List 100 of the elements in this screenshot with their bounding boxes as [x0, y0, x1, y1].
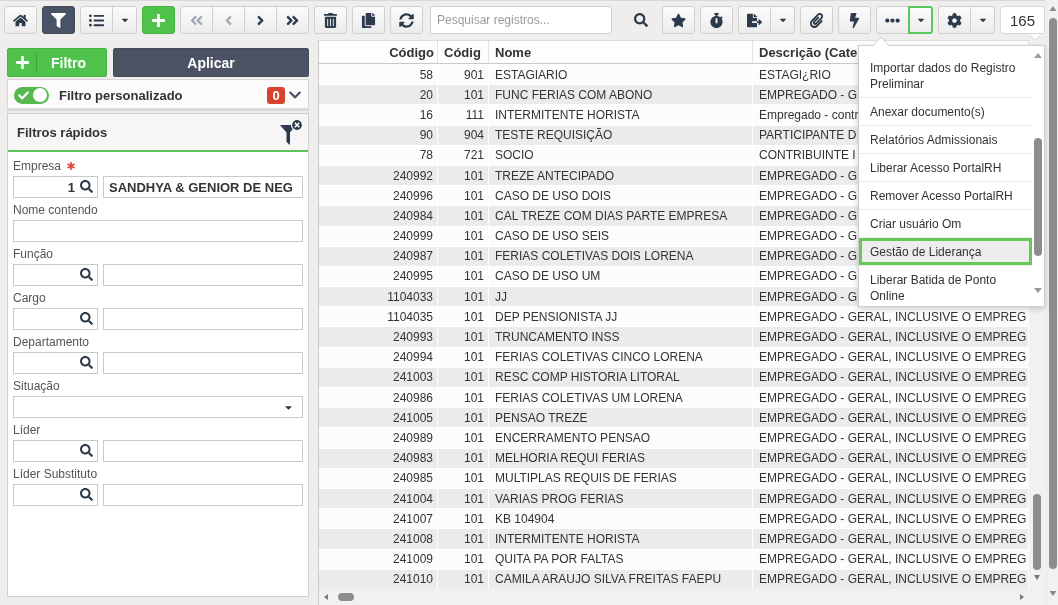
description-value: EMPREGADO - GERAL, INCLUSIVE O EMPREG — [759, 410, 1027, 425]
description-value: EMPREGADO - GERAL, INCLUSIVE O EMPREG — [759, 531, 1027, 546]
lookup-code-field[interactable]: 1 — [13, 176, 98, 198]
name-value: ESTAGIARIO — [495, 67, 568, 82]
table-row[interactable]: 241003 101 RESC COMP HISTORIA LITORAL EMPREGADO - GERAL, INCLUSIVE O EMPREG — [319, 366, 1029, 387]
table-row[interactable]: 240989 101 ENCERRAMENTO PENSAO EMPREGADO - GERAL, INCLUSIVE O EMPREG — [319, 427, 1029, 448]
lookup-name-field[interactable]: SANDHYA & GENIOR DE NEG — [103, 176, 303, 198]
lookup-name-field[interactable] — [103, 440, 303, 462]
add-button[interactable] — [142, 6, 175, 34]
toggle-switch[interactable] — [14, 86, 49, 104]
scrollbar[interactable] — [1048, 0, 1058, 605]
lookup-name-field[interactable] — [103, 484, 303, 506]
favorite-button[interactable] — [662, 6, 695, 34]
code-value: 240992 — [392, 168, 433, 183]
code-value: 240996 — [392, 188, 433, 203]
code-value: 101 — [463, 208, 484, 223]
name-value: FERIAS COLETIVAS UM LORENA — [495, 390, 683, 405]
filter-button[interactable] — [42, 6, 75, 34]
search-field[interactable]: Pesquisar registros... — [430, 6, 612, 34]
table-row[interactable]: 241004 101 VARIAS PROG FERIAS EMPREGADO - GERAL, INCLUSIVE O EMPREG — [319, 487, 1029, 509]
table-row[interactable]: 240986 101 FERIAS COLETIVAS UM LORENA EMPREGADO - GERAL, INCLUSIVE O EMPREG — [319, 387, 1029, 408]
description-value: EMPREGADO - G — [759, 289, 857, 304]
column-header[interactable]: Códig — [444, 44, 481, 60]
code-value: 101 — [463, 370, 484, 385]
menu-item[interactable]: Gestão de Liderança — [859, 238, 1032, 266]
refresh-button[interactable] — [390, 6, 423, 34]
search-icon[interactable] — [80, 356, 93, 369]
panel-title: Filtros rápidos — [17, 124, 108, 140]
settings-button[interactable] — [938, 6, 971, 34]
search-icon[interactable] — [80, 180, 93, 193]
home-button[interactable] — [4, 6, 37, 34]
search-icon[interactable] — [80, 444, 93, 457]
name-value: KB 104904 — [495, 511, 555, 526]
code-value: 240999 — [392, 229, 433, 244]
lookup-code-field[interactable] — [13, 352, 98, 374]
name-value: CASO DE USO UM — [495, 269, 601, 284]
menu-item[interactable]: Liberar Acesso PortalRH — [859, 154, 1032, 182]
description-value: EMPREGADO - G — [759, 168, 857, 183]
lookup-code-field[interactable] — [13, 484, 98, 506]
code-value: 101 — [463, 430, 484, 445]
name-value: CAL TREZE COM DIAS PARTE EMPRESA — [495, 208, 728, 223]
code-value: 101 — [463, 390, 484, 405]
column-header[interactable]: Código — [389, 44, 434, 60]
menu-item[interactable]: Remover Acesso PortalRH — [859, 182, 1032, 210]
column-header[interactable]: Nome — [495, 44, 532, 60]
lookup-name-field[interactable] — [103, 264, 303, 286]
name-value: JJ — [495, 289, 507, 304]
action-button[interactable] — [838, 6, 871, 34]
menu-item[interactable]: Anexar documento(s) — [859, 98, 1032, 126]
apply-button[interactable]: Aplicar — [113, 48, 309, 77]
last-page-button[interactable] — [276, 6, 309, 34]
code-value: 101 — [463, 410, 484, 425]
table-row[interactable]: 240993 101 TRUNCAMENTO INSS EMPREGADO - GERAL, INCLUSIVE O EMPREG — [319, 326, 1029, 347]
description-value: ESTAGI¿RIO — [759, 67, 831, 82]
field-label: Departamento — [13, 334, 90, 349]
select-field[interactable] — [13, 396, 303, 418]
table-row[interactable]: 241009 101 QUITA PA POR FALTAS EMPREGADO - GERAL, INCLUSIVE O EMPREG — [319, 548, 1029, 569]
code-value: 101 — [463, 87, 484, 102]
clear-filter-icon[interactable] — [279, 118, 303, 146]
search-icon[interactable] — [80, 268, 93, 281]
code-value: 111 — [465, 107, 484, 122]
name-value: MULTIPLAS REQUIS DE FERIAS — [495, 471, 677, 486]
name-value: RESC COMP HISTORIA LITORAL — [495, 370, 680, 385]
lookup-code-field[interactable] — [13, 308, 98, 330]
more-button[interactable] — [876, 6, 909, 34]
copy-button[interactable] — [352, 6, 385, 34]
code-value: 101 — [463, 491, 484, 506]
table-row[interactable]: 241010 101 CAMILA ARAUJO SILVA FREITAS FAEPU EMPREGADO - GERAL, INCLUSIVE O EMPREG — [319, 568, 1029, 589]
delete-button[interactable] — [314, 6, 347, 34]
text-field[interactable] — [13, 220, 303, 242]
column-header[interactable]: Descrição (Cate — [759, 44, 858, 60]
search-icon[interactable] — [634, 13, 648, 27]
code-value: 101 — [463, 309, 484, 324]
table-row[interactable]: 1104035 101 DEP PENSIONISTA JJ EMPREGADO - GERAL, INCLUSIVE O EMPREG — [319, 306, 1029, 327]
menu-item[interactable]: Importar dados do Registro Preliminar — [859, 54, 1032, 98]
table-row[interactable]: 240985 101 MULTIPLAS REQUIS DE FERIAS EMPREGADO - GERAL, INCLUSIVE O EMPREG — [319, 467, 1029, 488]
next-page-button[interactable] — [244, 6, 277, 34]
code-value: 241004 — [392, 491, 433, 506]
table-row[interactable]: 240994 101 FERIAS COLETIVAS CINCO LORENA EMPREGADO - GERAL, INCLUSIVE O EMPREG — [319, 346, 1029, 367]
code-value: 241003 — [392, 370, 433, 385]
table-row[interactable]: 241008 101 INTERMITENTE HORISTA EMPREGADO - GERAL, INCLUSIVE O EMPREG — [319, 528, 1029, 549]
export-button[interactable] — [738, 6, 771, 34]
lookup-code-field[interactable] — [13, 264, 98, 286]
lookup-name-field[interactable] — [103, 352, 303, 374]
timer-button[interactable] — [700, 6, 733, 34]
search-icon[interactable] — [80, 312, 93, 325]
name-value: ENCERRAMENTO PENSAO — [495, 430, 651, 445]
lookup-code-field[interactable] — [13, 440, 98, 462]
gear-icon — [947, 12, 962, 28]
menu-item[interactable]: Relatórios Admissionais — [859, 126, 1032, 154]
search-icon[interactable] — [80, 488, 93, 501]
table-row[interactable]: 240983 101 MELHORIA REQUI FERIAS EMPREGADO - GERAL, INCLUSIVE O EMPREG — [319, 447, 1029, 468]
lookup-name-field[interactable] — [103, 308, 303, 330]
table-row[interactable]: 241005 101 PENSAO TREZE EMPREGADO - GERAL, INCLUSIVE O EMPREG — [319, 407, 1029, 428]
code-value: 101 — [463, 552, 484, 567]
field-label: Situação — [13, 378, 60, 393]
table-row[interactable]: 241007 101 KB 104904 EMPREGADO - GERAL, INCLUSIVE O EMPREG — [319, 508, 1029, 529]
attachment-button[interactable] — [800, 6, 833, 34]
list-button[interactable] — [80, 6, 113, 34]
lightning-icon — [847, 12, 862, 28]
